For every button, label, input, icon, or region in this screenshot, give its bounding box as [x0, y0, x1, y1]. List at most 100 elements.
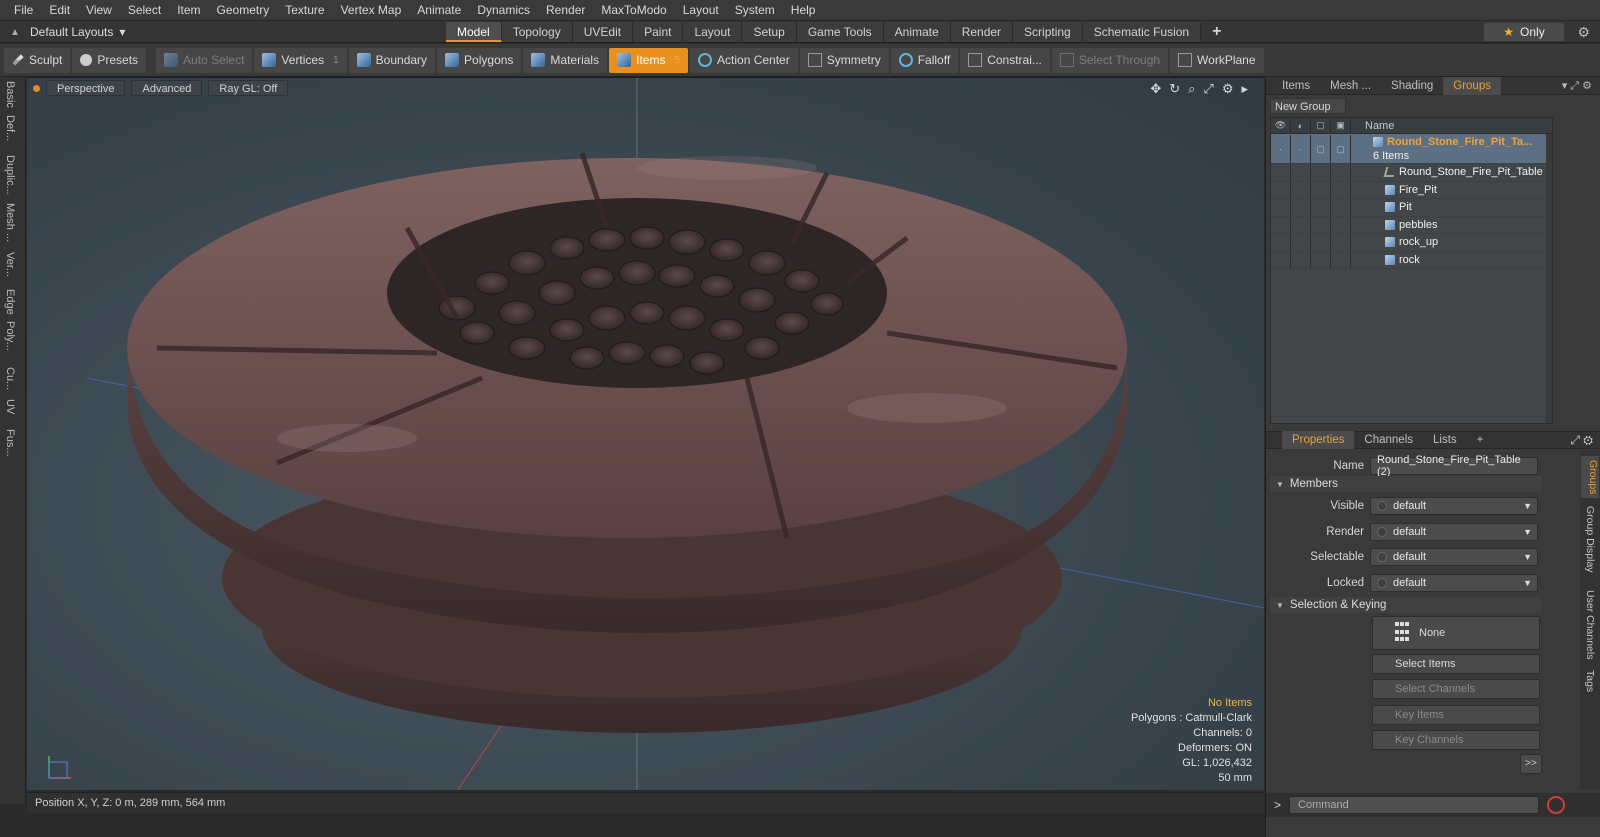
radio-icon[interactable] [1377, 501, 1387, 511]
group-root-row[interactable]: · · ▢ ▢ Round_Stone_Fire_Pit_Ta... 6 Ite… [1271, 134, 1552, 164]
group-child-row[interactable]: Round_Stone_Fire_Pit_Table [1271, 164, 1552, 182]
left-tab-9[interactable]: Fus... [4, 429, 16, 457]
visibility-cell[interactable] [1271, 216, 1291, 233]
selectable-dropdown[interactable]: default ▼ [1370, 548, 1538, 566]
none-button[interactable]: None [1372, 616, 1540, 650]
visibility-cell[interactable] [1331, 199, 1351, 216]
group-child-row[interactable]: pebbles [1271, 216, 1552, 234]
select-icon[interactable]: ▢ [1331, 135, 1351, 163]
tab-paint[interactable]: Paint [633, 22, 684, 42]
visibility-cell[interactable] [1291, 181, 1311, 198]
select-items-button[interactable]: Select Items [1372, 654, 1540, 674]
workplane-button[interactable]: WorkPlane [1170, 47, 1264, 73]
menu-item-select[interactable]: Select [120, 0, 169, 21]
menu-item-view[interactable]: View [78, 0, 120, 21]
falloff-button[interactable]: Falloff [890, 47, 959, 73]
visibility-cell[interactable] [1331, 181, 1351, 198]
members-section[interactable]: ▼ Members [1270, 476, 1542, 492]
menu-item-geometry[interactable]: Geometry [209, 0, 278, 21]
group-child-row[interactable]: Pit [1271, 199, 1552, 217]
lock-icon[interactable]: ▢ [1311, 117, 1331, 134]
command-input[interactable]: Command [1289, 796, 1540, 814]
advanced-button[interactable]: Advanced [131, 80, 203, 96]
tab-lists[interactable]: Lists [1423, 431, 1467, 449]
group-child-row[interactable]: rock [1271, 251, 1552, 269]
new-group-button[interactable]: New Group [1270, 98, 1346, 114]
menu-item-vertex-map[interactable]: Vertex Map [333, 0, 410, 21]
radio-icon[interactable] [1377, 526, 1387, 537]
menu-item-maxtomodo[interactable]: MaxToModo [593, 0, 674, 21]
visibility-cell[interactable] [1291, 234, 1311, 251]
menu-item-item[interactable]: Item [169, 0, 208, 21]
3d-viewport[interactable]: Perspective Advanced Ray GL: Off ✥ ↻ ⌕ ⤢… [27, 77, 1264, 790]
left-tab-6[interactable]: Poly... [4, 321, 16, 351]
gear-icon[interactable]: ⚙ [1222, 81, 1234, 97]
layout-selector[interactable]: ▲ Default Layouts ▾ [6, 23, 125, 41]
side-tab-tags[interactable]: Tags [1584, 670, 1596, 692]
select-channels-button[interactable]: Select Channels [1372, 679, 1540, 699]
expand-icon[interactable]: ▾ ⤢ ⚙ [1562, 79, 1600, 93]
action-center-button[interactable]: Action Center [690, 47, 798, 73]
materials-button[interactable]: Materials [523, 47, 608, 73]
rotate-icon[interactable]: ↻ [1169, 81, 1180, 97]
perspective-button[interactable]: Perspective [46, 80, 126, 96]
raygl-button[interactable]: Ray GL: Off [208, 80, 289, 96]
tab-schematic-fusion[interactable]: Schematic Fusion [1082, 22, 1202, 42]
visibility-cell[interactable] [1271, 251, 1291, 268]
left-tab-5[interactable]: Edge [4, 289, 16, 315]
tab-layout[interactable]: Layout [683, 22, 743, 42]
more-button[interactable]: >> [1520, 754, 1542, 774]
left-tab-1[interactable]: Def... [4, 115, 16, 141]
visibility-cell[interactable] [1311, 181, 1331, 198]
visibility-cell[interactable] [1311, 251, 1331, 268]
menu-item-edit[interactable]: Edit [41, 0, 78, 21]
menu-item-help[interactable]: Help [783, 0, 824, 21]
group-child-row[interactable]: Fire_Pit [1271, 181, 1552, 199]
visibility-cell[interactable] [1271, 234, 1291, 251]
eye-icon[interactable]: 👁 [1271, 117, 1291, 134]
menu-item-dynamics[interactable]: Dynamics [469, 0, 538, 21]
visibility-cell[interactable] [1331, 234, 1351, 251]
select-through-button[interactable]: Select Through [1051, 47, 1169, 73]
render-icon[interactable]: ◐ [1291, 117, 1311, 134]
fit-icon[interactable]: ⤢ [1203, 81, 1213, 97]
tab-mesh-[interactable]: Mesh ... [1320, 77, 1381, 95]
select-icon[interactable]: ▣ [1331, 117, 1351, 134]
groups-scrollbar[interactable] [1546, 134, 1552, 423]
visibility-cell[interactable] [1291, 251, 1311, 268]
tab-setup[interactable]: Setup [742, 22, 797, 42]
lock-icon[interactable]: ▢ [1311, 135, 1331, 163]
key-channels-button[interactable]: Key Channels [1372, 730, 1540, 750]
visibility-cell[interactable] [1291, 164, 1311, 181]
eye-icon[interactable]: · [1271, 135, 1291, 163]
selection-keying-section[interactable]: ▼ Selection & Keying [1270, 597, 1542, 613]
visibility-cell[interactable] [1311, 199, 1331, 216]
vertices-button[interactable]: Vertices 1 [254, 47, 347, 73]
play-icon[interactable]: ▸ [1241, 81, 1248, 97]
visibility-cell[interactable] [1331, 251, 1351, 268]
tab-uvedit[interactable]: UVEdit [572, 22, 634, 42]
render-dropdown[interactable]: default ▼ [1370, 522, 1538, 541]
menu-item-system[interactable]: System [727, 0, 783, 21]
visibility-cell[interactable] [1331, 216, 1351, 233]
tab-model[interactable]: Model [446, 22, 502, 42]
tab-items[interactable]: Items [1272, 77, 1320, 95]
collapse-icon[interactable]: ▲ [6, 27, 24, 38]
visibility-cell[interactable] [1331, 164, 1351, 181]
menu-item-render[interactable]: Render [538, 0, 593, 21]
tab-render[interactable]: Render [950, 22, 1014, 42]
menu-item-file[interactable]: File [6, 0, 41, 21]
group-child-row[interactable]: rock_up [1271, 234, 1552, 252]
name-field[interactable]: Round_Stone_Fire_Pit_Table (2) [1370, 454, 1538, 478]
radio-icon[interactable] [1377, 552, 1387, 562]
menu-item-layout[interactable]: Layout [675, 0, 727, 21]
add-tab-icon[interactable]: + [1201, 22, 1232, 42]
tab-shading[interactable]: Shading [1381, 77, 1443, 95]
left-tab-2[interactable]: Duplic... [4, 155, 16, 195]
presets-button[interactable]: Presets [72, 47, 147, 73]
tab-channels[interactable]: Channels [1354, 431, 1423, 449]
left-tab-4[interactable]: Ver... [4, 252, 16, 277]
left-tab-8[interactable]: UV [4, 399, 16, 414]
visibility-cell[interactable] [1311, 234, 1331, 251]
menu-item-texture[interactable]: Texture [277, 0, 332, 21]
